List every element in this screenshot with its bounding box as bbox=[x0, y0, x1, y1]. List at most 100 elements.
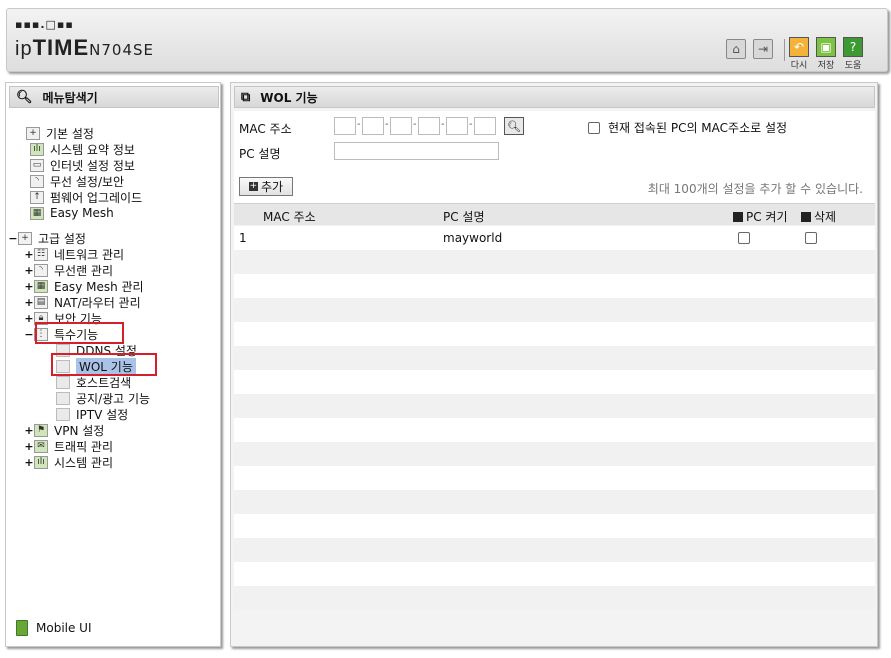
row-index: 1 bbox=[239, 231, 247, 245]
table-row bbox=[234, 538, 875, 562]
mobile-ui-link[interactable]: Mobile UI bbox=[16, 620, 92, 636]
tree-advanced-settings[interactable]: − + 고급 설정 bbox=[8, 230, 86, 246]
home-icon[interactable]: ⌂ bbox=[726, 39, 746, 59]
tree-system-management[interactable]: + ılı 시스템 관리 bbox=[24, 454, 113, 470]
pc-description-input[interactable] bbox=[334, 142, 499, 160]
mac-field-6[interactable] bbox=[474, 117, 496, 135]
collapse-toggle[interactable]: − bbox=[8, 232, 18, 245]
table-row bbox=[234, 442, 875, 466]
tree-vpn[interactable]: + ⚑ VPN 설정 bbox=[24, 422, 104, 438]
brand-prefix: ip bbox=[15, 38, 33, 60]
tree-easy-mesh-management[interactable]: + ▦ Easy Mesh 관리 bbox=[24, 278, 144, 294]
brand-main: TIME bbox=[32, 35, 90, 60]
delete-checkbox[interactable] bbox=[805, 232, 817, 244]
menu-explorer-label: 메뉴탐색기 bbox=[42, 90, 98, 105]
pc-description-label: PC 설명 bbox=[239, 147, 281, 161]
page-icon bbox=[56, 391, 70, 405]
expand-toggle[interactable]: + bbox=[24, 312, 34, 325]
tree-basic-settings[interactable]: + 기본 설정 bbox=[16, 125, 94, 141]
table-row bbox=[234, 514, 875, 538]
table-row bbox=[234, 466, 875, 490]
top-header: ▪▪▪.□▪▪ ipTIMEN704SE ⌂ ⇥ ↶ 다시 ▣ 저장 ? 도움 bbox=[6, 8, 888, 72]
table-row bbox=[234, 586, 875, 610]
add-button-label: 추가 bbox=[260, 180, 284, 194]
save-label: 저장 bbox=[817, 61, 835, 71]
table-row bbox=[234, 394, 875, 418]
menu-explorer-title: 🔍︎ 메뉴탐색기 bbox=[9, 86, 219, 108]
expand-toggle[interactable]: + bbox=[24, 440, 34, 453]
col-wake: PC 켜기 bbox=[733, 208, 788, 225]
limit-message: 최대 100개의 설정을 추가 할 수 있습니다. bbox=[647, 182, 863, 196]
mac-field-1[interactable] bbox=[334, 117, 356, 135]
wake-pc-checkbox[interactable] bbox=[738, 232, 750, 244]
tree-easy-mesh[interactable]: ▦ Easy Mesh bbox=[30, 205, 114, 221]
page-icon bbox=[56, 407, 70, 421]
folder-icon: + bbox=[26, 126, 40, 140]
expand-toggle[interactable]: + bbox=[24, 456, 34, 469]
undo-icon: ↶ bbox=[789, 37, 809, 57]
folder-icon: + bbox=[18, 231, 32, 245]
chart-icon: ılı bbox=[30, 142, 44, 156]
tree-nat-router[interactable]: + ▤ NAT/라우터 관리 bbox=[24, 294, 141, 310]
mesh-icon: ▦ bbox=[30, 206, 44, 220]
mac-field-3[interactable] bbox=[390, 117, 412, 135]
upgrade-icon: ↑ bbox=[30, 190, 44, 204]
expand-toggle[interactable]: + bbox=[24, 264, 34, 277]
mac-field-2[interactable] bbox=[362, 117, 384, 135]
tree-wireless-management[interactable]: + ◝ 무선랜 관리 bbox=[24, 262, 113, 278]
monitor-icon: ▭ bbox=[30, 158, 44, 172]
table-row bbox=[234, 322, 875, 346]
tree-wireless-security[interactable]: ◝ 무선 설정/보안 bbox=[30, 173, 124, 189]
add-button[interactable]: + 추가 bbox=[239, 177, 293, 196]
vpn-icon: ⚑ bbox=[34, 423, 48, 437]
tree-internet-info[interactable]: ▭ 인터넷 설정 정보 bbox=[30, 157, 135, 173]
tree-system-summary[interactable]: ılı 시스템 요약 정보 bbox=[30, 141, 135, 157]
window-icon: ⧉ bbox=[241, 89, 251, 105]
help-label: 도움 bbox=[844, 61, 862, 71]
mac-address-label: MAC 주소 bbox=[239, 122, 292, 136]
help-icon: ? bbox=[843, 37, 863, 57]
current-pc-mac-checkbox[interactable] bbox=[588, 121, 600, 134]
save-icon: ▣ bbox=[816, 37, 836, 57]
iptime-logo: ipTIMEN704SE bbox=[15, 35, 154, 61]
table-header: MAC 주소 PC 설명 PC 켜기 삭제 bbox=[234, 203, 875, 225]
expand-toggle[interactable]: + bbox=[24, 280, 34, 293]
panel-title-bar: ⧉ WOL 기능 bbox=[234, 86, 875, 108]
current-pc-mac-option[interactable]: 현재 접속된 PC의 MAC주소로 설정 bbox=[588, 119, 787, 136]
mac-search-button[interactable]: 🔍︎ bbox=[504, 117, 524, 135]
tree-iptv[interactable]: IPTV 설정 bbox=[56, 406, 128, 422]
expand-toggle[interactable]: + bbox=[24, 424, 34, 437]
mobile-icon bbox=[16, 620, 28, 636]
table-row: 1 mayworld bbox=[234, 226, 875, 250]
search-icon: 🔍︎ bbox=[507, 119, 521, 133]
undo-button[interactable]: ↶ 다시 bbox=[787, 37, 811, 71]
logout-icon[interactable]: ⇥ bbox=[753, 39, 773, 59]
table-row bbox=[234, 490, 875, 514]
menu-explorer: 🔍︎ 메뉴탐색기 + 기본 설정 ılı 시스템 요약 정보 ▭ 인터넷 설정 … bbox=[5, 82, 221, 647]
mac-field-4[interactable] bbox=[418, 117, 440, 135]
traffic-icon: ✉ bbox=[34, 439, 48, 453]
collapse-toggle[interactable]: − bbox=[24, 328, 34, 341]
network-icon: ☷ bbox=[34, 247, 48, 261]
wol-table-body: 1 mayworld bbox=[234, 226, 875, 610]
tree-notice-ad[interactable]: 공지/광고 기능 bbox=[56, 390, 150, 406]
tree-host-search[interactable]: 호스트검색 bbox=[56, 374, 131, 390]
mac-field-5[interactable] bbox=[446, 117, 468, 135]
mesh-icon: ▦ bbox=[34, 279, 48, 293]
help-button[interactable]: ? 도움 bbox=[841, 37, 865, 71]
tree-network-management[interactable]: + ☷ 네트워크 관리 bbox=[24, 246, 124, 262]
table-row bbox=[234, 298, 875, 322]
table-row bbox=[234, 346, 875, 370]
tree-firmware-upgrade[interactable]: ↑ 펌웨어 업그레이드 bbox=[30, 189, 142, 205]
col-delete: 삭제 bbox=[801, 208, 836, 225]
pc-power-icon bbox=[733, 211, 743, 222]
tree-traffic[interactable]: + ✉ 트래픽 관리 bbox=[24, 438, 113, 454]
undo-label: 다시 bbox=[790, 61, 808, 71]
expand-toggle[interactable]: + bbox=[24, 248, 34, 261]
wifi-icon: ◝ bbox=[30, 174, 44, 188]
model-name: N704SE bbox=[89, 41, 154, 59]
page-icon bbox=[56, 375, 70, 389]
save-button[interactable]: ▣ 저장 bbox=[814, 37, 838, 71]
wol-form: MAC 주소 - - - - - 🔍︎ 현재 접속된 PC의 MAC주소로 설정… bbox=[234, 111, 875, 203]
expand-toggle[interactable]: + bbox=[24, 296, 34, 309]
